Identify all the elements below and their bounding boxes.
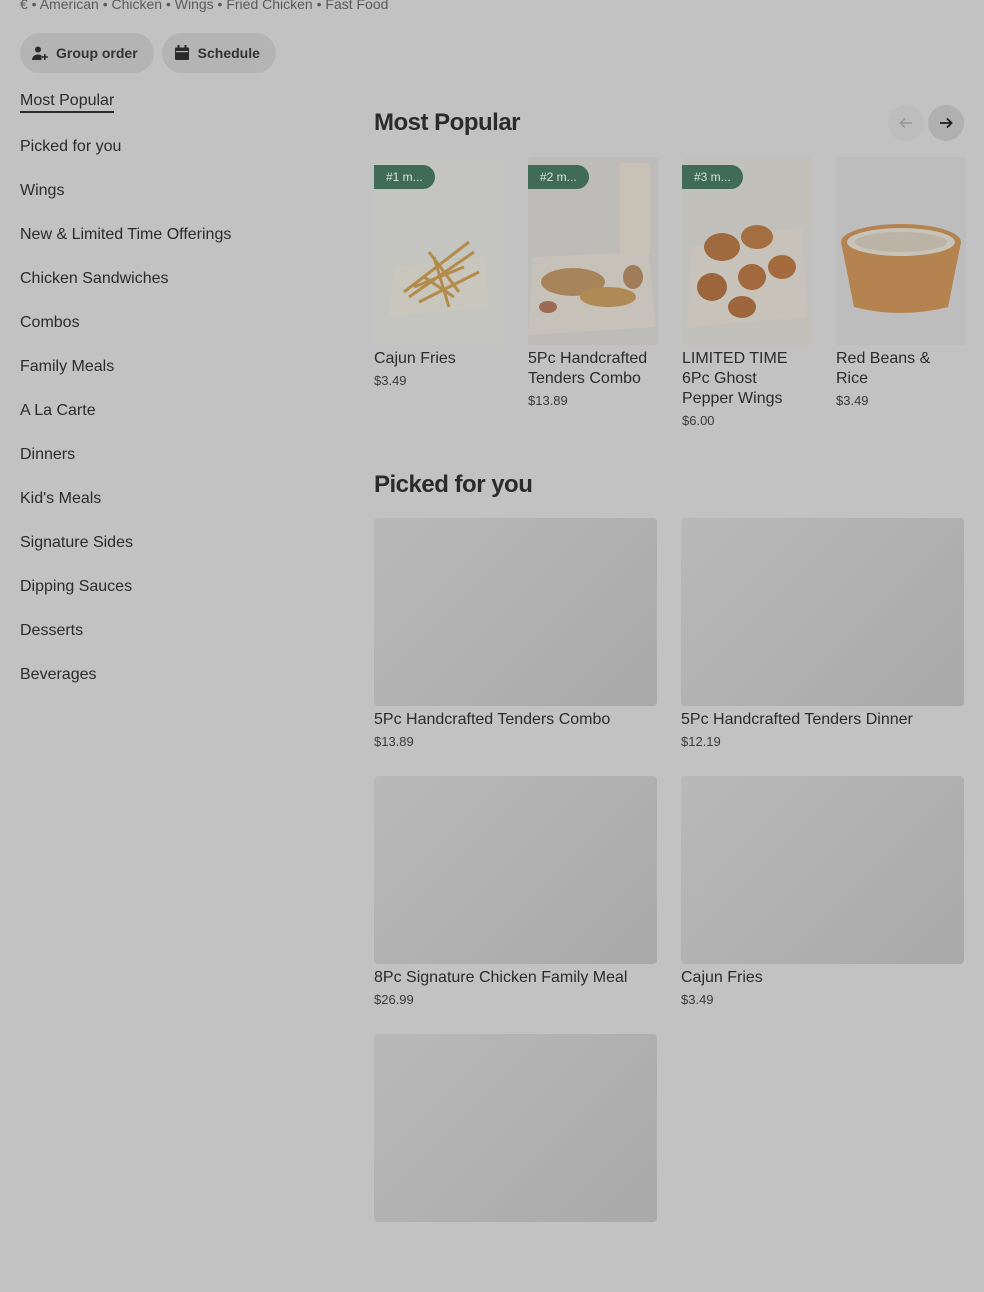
picked-for-you-heading: Picked for you	[374, 471, 533, 498]
popularity-badge: #2 m...	[528, 165, 589, 189]
sidebar-item-combos[interactable]: Combos	[20, 314, 340, 358]
sidebar-item-label: A La Carte	[20, 402, 96, 419]
sidebar-item-wings[interactable]: Wings	[20, 182, 340, 226]
sidebar-item-label: Signature Sides	[20, 534, 133, 551]
item-price: $12.19	[681, 734, 721, 749]
red-beans-rice-illustration	[836, 157, 966, 345]
sidebar-item-dipping-sauces[interactable]: Dipping Sauces	[20, 578, 340, 622]
sidebar-item-desserts[interactable]: Desserts	[20, 622, 340, 666]
most-popular-heading: Most Popular	[374, 109, 521, 136]
sidebar-item-label: Picked for you	[20, 138, 122, 155]
popularity-badge: #3 m...	[682, 165, 743, 189]
menu-item-card[interactable]: 8Pc Signature Chicken Family Meal $26.99	[374, 776, 657, 1034]
item-image-placeholder	[681, 518, 964, 706]
carousel-controls	[888, 105, 964, 141]
sidebar-item-most-popular[interactable]: Most Popular	[20, 92, 340, 138]
schedule-button[interactable]: Schedule	[161, 33, 276, 73]
sidebar-item-picked-for-you[interactable]: Picked for you	[20, 138, 340, 182]
item-price: $3.49	[836, 393, 869, 408]
popular-item-card[interactable]: #1 m... Cajun Fries $3.49	[374, 157, 504, 428]
sidebar-item-label: Kid's Meals	[20, 490, 102, 507]
item-image-placeholder	[374, 518, 657, 706]
sidebar-item-family-meals[interactable]: Family Meals	[20, 358, 340, 402]
picked-for-you-section: Picked for you 5Pc Handcrafted Tenders C…	[374, 470, 964, 1222]
item-name: Cajun Fries	[681, 969, 763, 986]
arrow-right-icon	[940, 117, 953, 129]
popular-item-card[interactable]: #2 m... 5Pc Handcrafted Tenders Combo $1…	[528, 157, 658, 428]
calendar-icon	[174, 45, 189, 60]
popular-item-card[interactable]: #3 m... LIMITED TIME 6Pc Ghost Pepper Wi…	[682, 157, 812, 428]
item-name: 5Pc Handcrafted Tenders Combo	[528, 350, 648, 387]
item-price: $26.99	[374, 992, 414, 1007]
item-image-placeholder	[374, 776, 657, 964]
sidebar-item-label: Wings	[20, 182, 65, 199]
menu-item-card[interactable]	[374, 1034, 657, 1292]
red-beans-rice-image	[836, 157, 966, 345]
popularity-badge: #1 m...	[374, 165, 435, 189]
menu-category-nav: Most Popular Picked for you Wings New & …	[20, 92, 340, 710]
menu-item-card[interactable]: 5Pc Handcrafted Tenders Dinner $12.19	[681, 518, 964, 776]
arrow-left-icon	[899, 117, 912, 129]
item-name: 8Pc Signature Chicken Family Meal	[374, 969, 628, 986]
tenders-combo-image: #2 m...	[528, 157, 658, 345]
item-image-placeholder	[374, 1034, 657, 1222]
store-tags: € • American • Chicken • Wings • Fried C…	[20, 0, 389, 12]
most-popular-carousel: #1 m... Cajun Fries $3.49 #2 m... 5Pc Ha…	[374, 157, 966, 428]
item-price: $13.89	[528, 393, 568, 408]
fries-image: #1 m...	[374, 157, 504, 345]
add-person-icon	[32, 46, 48, 60]
item-price: $3.49	[374, 373, 407, 388]
sidebar-item-label: Dipping Sauces	[20, 578, 133, 595]
sidebar-item-label: Beverages	[20, 666, 97, 683]
item-price: $6.00	[682, 413, 715, 428]
item-name: LIMITED TIME 6Pc Ghost Pepper Wings	[682, 350, 788, 407]
item-name: 5Pc Handcrafted Tenders Dinner	[681, 711, 913, 728]
sidebar-item-label: Combos	[20, 314, 80, 331]
schedule-label: Schedule	[197, 45, 260, 61]
item-name: Cajun Fries	[374, 350, 456, 367]
item-image-placeholder	[681, 776, 964, 964]
item-price: $3.49	[681, 992, 714, 1007]
store-actions: Group order Schedule	[20, 33, 276, 73]
menu-content: Most Popular #1 m... Cajun Fries $3.49 #…	[374, 100, 966, 1222]
item-name: 5Pc Handcrafted Tenders Combo	[374, 711, 611, 728]
sidebar-item-a-la-carte[interactable]: A La Carte	[20, 402, 340, 446]
group-order-button[interactable]: Group order	[20, 33, 154, 73]
popular-item-card[interactable]: Red Beans & Rice $3.49	[836, 157, 966, 428]
sidebar-item-kids-meals[interactable]: Kid's Meals	[20, 490, 340, 534]
sidebar-item-signature-sides[interactable]: Signature Sides	[20, 534, 340, 578]
sidebar-item-label: Desserts	[20, 622, 84, 639]
sidebar-item-beverages[interactable]: Beverages	[20, 666, 340, 710]
wings-image: #3 m...	[682, 157, 812, 345]
sidebar-item-chicken-sandwiches[interactable]: Chicken Sandwiches	[20, 270, 340, 314]
sidebar-item-label: Most Popular	[20, 92, 115, 113]
menu-item-card[interactable]: 5Pc Handcrafted Tenders Combo $13.89	[374, 518, 657, 776]
menu-item-card[interactable]: Cajun Fries $3.49	[681, 776, 964, 1034]
sidebar-item-label: Chicken Sandwiches	[20, 270, 169, 287]
sidebar-item-label: New & Limited Time Offerings	[20, 226, 232, 243]
item-price: $13.89	[374, 734, 414, 749]
sidebar-item-label: Dinners	[20, 446, 76, 463]
sidebar-item-new-limited[interactable]: New & Limited Time Offerings	[20, 226, 340, 270]
picked-for-you-grid: 5Pc Handcrafted Tenders Combo $13.89 5Pc…	[374, 518, 964, 1292]
sidebar-item-dinners[interactable]: Dinners	[20, 446, 340, 490]
group-order-label: Group order	[56, 45, 138, 61]
sidebar-item-label: Family Meals	[20, 358, 115, 375]
carousel-next-button[interactable]	[928, 105, 964, 141]
carousel-prev-button[interactable]	[888, 105, 924, 141]
item-name: Red Beans & Rice	[836, 350, 931, 387]
